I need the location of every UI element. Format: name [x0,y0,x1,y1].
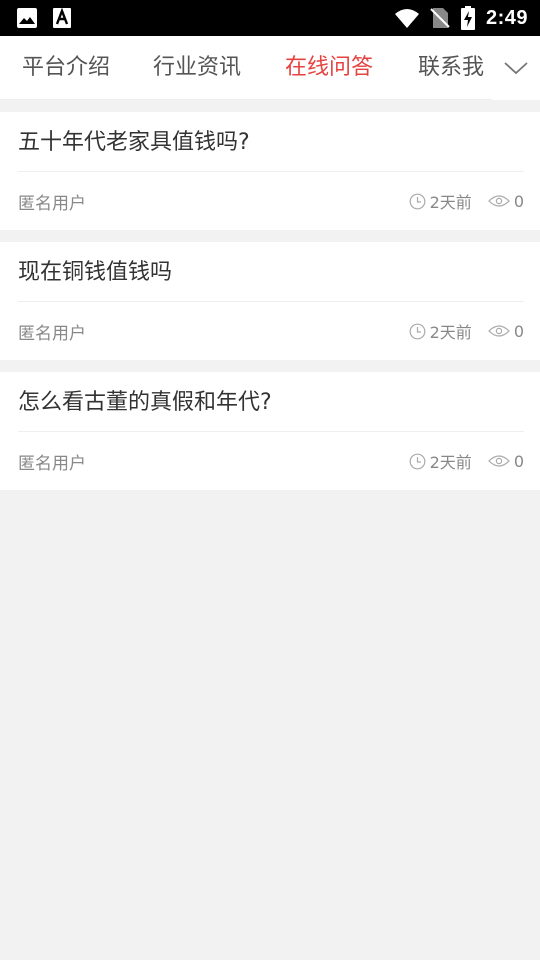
tab-bar: 平台介绍 行业资讯 在线问答 联系我 [0,36,540,100]
post-time: 2天前 [429,453,472,472]
tab-online-qa[interactable]: 在线问答 [285,36,373,100]
tab-contact[interactable]: 联系我 [418,36,484,100]
question-title[interactable]: 现在铜钱值钱吗 [18,242,524,302]
view-info: 0 [487,321,524,341]
no-sim-icon [430,7,450,29]
time-info: 2天前 [409,449,472,473]
battery-charging-icon [460,6,476,30]
tab-industry-news[interactable]: 行业资讯 [153,36,241,100]
eye-icon [487,194,510,208]
author-name: 匿名用户 [18,323,86,344]
image-icon [16,7,38,29]
eye-icon [487,324,510,338]
clock-icon [409,453,426,470]
question-title[interactable]: 怎么看古董的真假和年代? [18,372,524,432]
clock-icon [409,323,426,340]
chevron-down-icon [503,60,529,76]
view-info: 0 [487,451,524,471]
eye-icon [487,454,510,468]
status-bar: 2:49 [0,0,540,36]
view-count: 0 [513,451,524,471]
time-info: 2天前 [409,189,472,213]
view-info: 0 [487,191,524,211]
status-right: 2:49 [394,6,528,30]
meta-stats: 2天前 0 [409,189,524,213]
post-time: 2天前 [429,193,472,212]
question-list: 五十年代老家具值钱吗? 匿名用户 2天前 0 现在铜钱值钱吗 匿名用户 2天前 … [0,112,540,502]
clock-icon [409,193,426,210]
font-a-icon [52,7,72,29]
question-meta: 匿名用户 2天前 0 [18,432,524,490]
question-card[interactable]: 怎么看古董的真假和年代? 匿名用户 2天前 0 [0,372,540,490]
question-title[interactable]: 五十年代老家具值钱吗? [18,112,524,172]
view-count: 0 [513,321,524,341]
clock: 2:49 [485,6,528,29]
time-info: 2天前 [409,319,472,343]
post-time: 2天前 [429,323,472,342]
meta-stats: 2天前 0 [409,319,524,343]
question-card[interactable]: 五十年代老家具值钱吗? 匿名用户 2天前 0 [0,112,540,230]
tab-platform-intro[interactable]: 平台介绍 [22,36,110,100]
author-name: 匿名用户 [18,193,86,214]
wifi-icon [394,7,420,29]
status-left [16,7,72,29]
question-card[interactable]: 现在铜钱值钱吗 匿名用户 2天前 0 [0,242,540,360]
tab-more-button[interactable] [492,36,540,100]
question-meta: 匿名用户 2天前 0 [18,172,524,230]
question-meta: 匿名用户 2天前 0 [18,302,524,360]
author-name: 匿名用户 [18,453,86,474]
meta-stats: 2天前 0 [409,449,524,473]
view-count: 0 [513,191,524,211]
